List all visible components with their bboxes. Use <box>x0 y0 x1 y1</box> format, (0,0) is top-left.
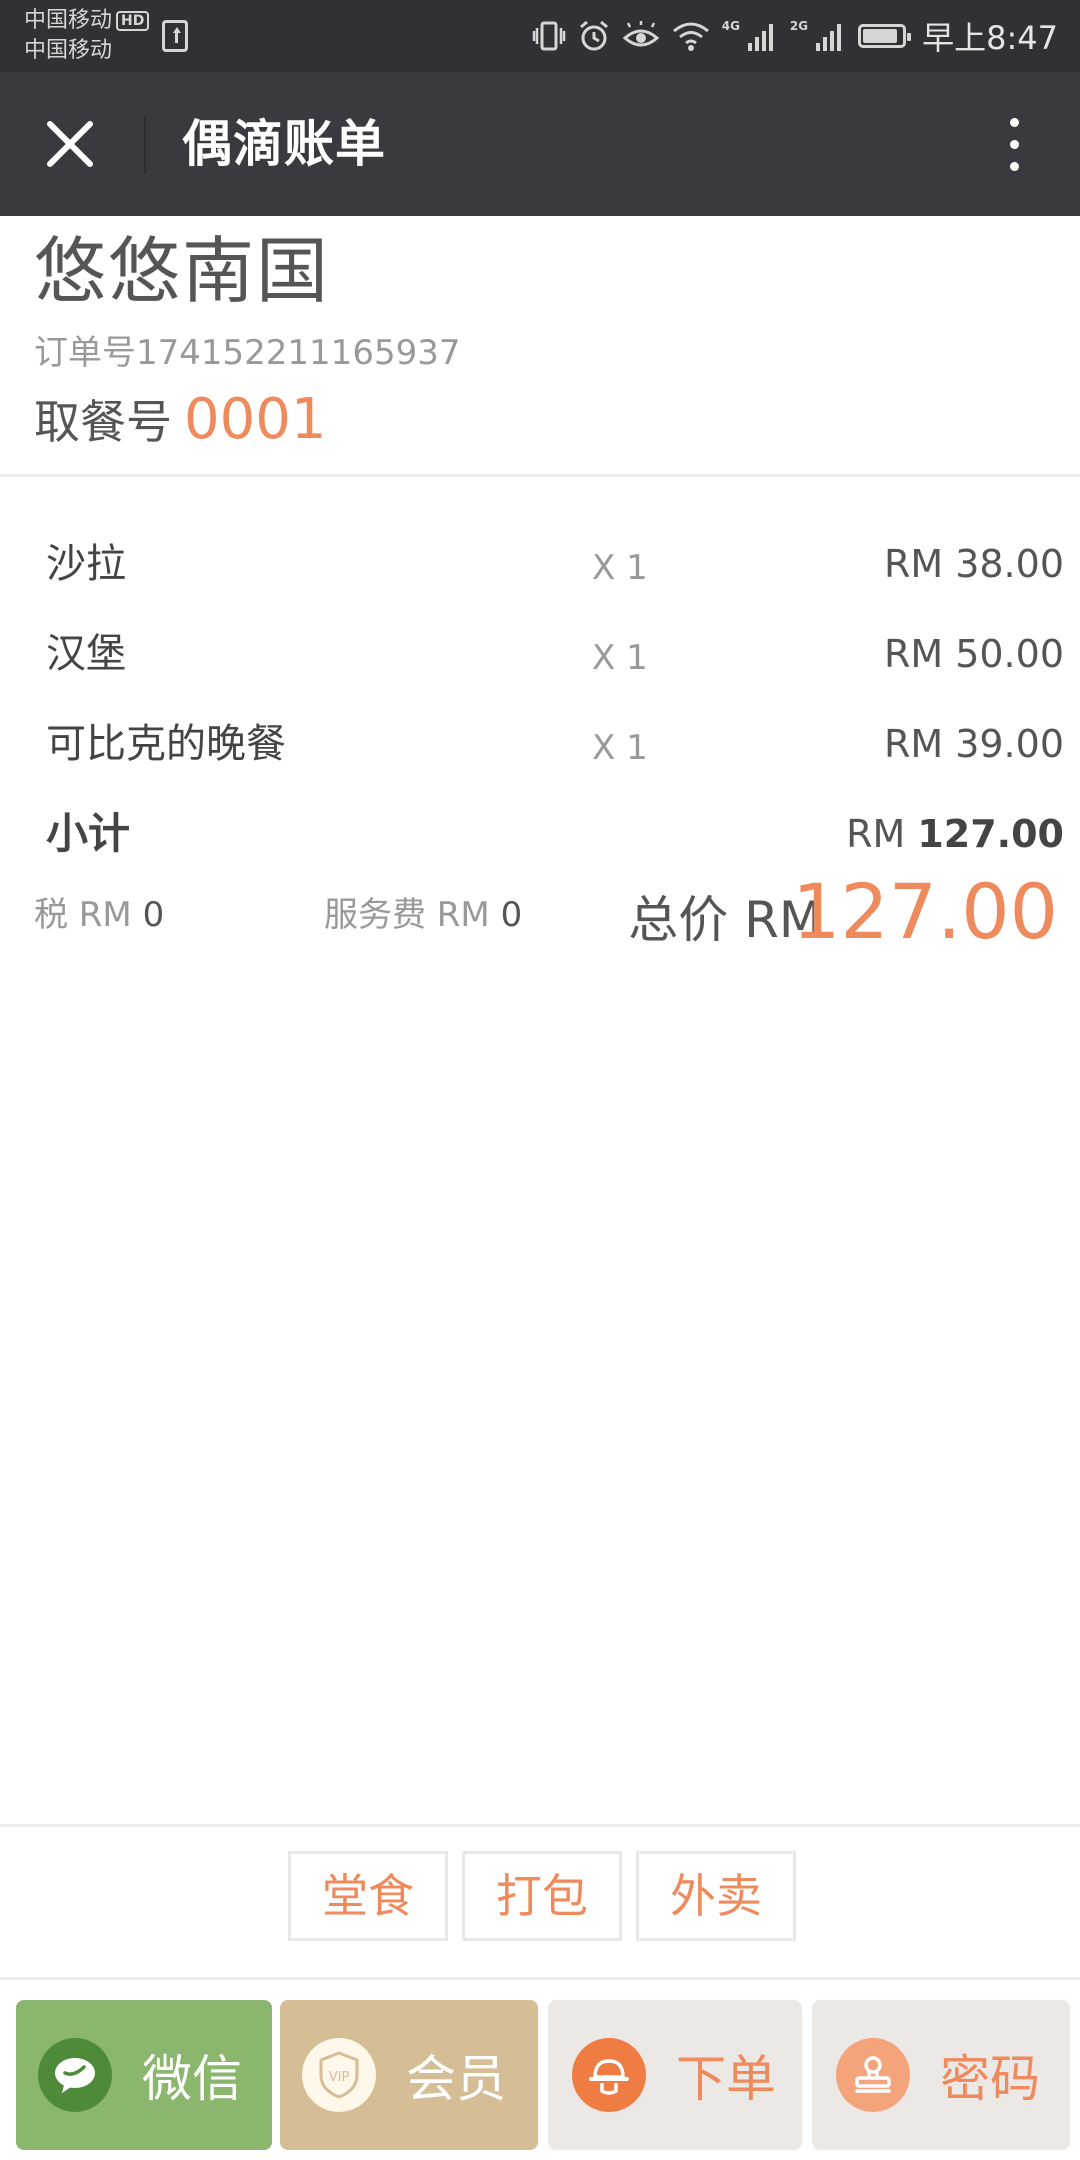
place-order-label: 下单 <box>676 2050 776 2108</box>
vibrate-icon <box>532 21 565 51</box>
password-label: 密码 <box>940 2050 1040 2108</box>
pickup-number-row: 取餐号 0001 <box>34 384 327 458</box>
delivery-button[interactable]: 外卖 <box>636 1851 796 1941</box>
title-bar: 偶滴账单 <box>0 72 1080 216</box>
status-time: 早上8:47 <box>922 19 1058 57</box>
network-2g-label: 2G <box>789 19 809 33</box>
header-divider <box>0 474 1080 477</box>
list-item: 汉堡 X 1 RM 50.00 <box>0 610 1080 700</box>
more-vertical-icon <box>1009 117 1019 127</box>
tax-value: 0 <box>142 895 165 935</box>
status-bar: 中国移动 HD 中国移动 4G 2G 早上8:47 <box>0 0 1080 72</box>
bill-page: 中国移动 HD 中国移动 4G 2G 早上8:47 偶滴账单 悠悠南国 订单号1… <box>0 0 1080 2160</box>
upload-icon <box>162 20 188 52</box>
eye-comfort-icon <box>622 21 659 47</box>
list-item: 沙拉 X 1 RM 38.00 <box>0 520 1080 610</box>
vip-shield-icon: VIP <box>302 2038 376 2112</box>
page-title: 偶滴账单 <box>182 115 386 173</box>
order-number: 订单号174152211165937 <box>34 333 461 373</box>
service-fee-value: 0 <box>500 895 523 935</box>
shop-name: 悠悠南国 <box>34 229 331 313</box>
member-button[interactable]: VIP 会员 <box>280 2000 538 2150</box>
item-name: 沙拉 <box>46 541 126 587</box>
carrier-2-name: 中国移动 <box>24 38 113 63</box>
item-name: 可比克的晚餐 <box>46 721 286 767</box>
title-divider <box>144 116 146 174</box>
carrier-1-name: 中国移动 <box>24 8 113 33</box>
password-button[interactable]: 密码 <box>812 2000 1070 2150</box>
item-price: RM 38.00 <box>883 542 1064 586</box>
member-label: 会员 <box>406 2050 506 2108</box>
more-options-button[interactable] <box>978 106 1050 182</box>
hd-badge: HD <box>116 11 150 31</box>
chef-hat-icon <box>572 2038 646 2112</box>
order-items: 沙拉 X 1 RM 38.00 汉堡 X 1 RM 50.00 可比克的晚餐 X… <box>0 520 1080 880</box>
item-quantity: X 1 <box>592 728 648 768</box>
signal-icon-2 <box>816 24 842 51</box>
place-order-button[interactable]: 下单 <box>548 2000 802 2150</box>
wechat-pay-button[interactable]: 微信 <box>16 2000 272 2150</box>
total-value: 127.00 <box>792 867 1058 956</box>
subtotal-amount: 127.00 <box>917 812 1064 856</box>
more-vertical-icon-dot <box>1009 139 1019 149</box>
signal-icon-1 <box>747 24 773 51</box>
item-name: 汉堡 <box>46 631 126 677</box>
more-vertical-icon-dot <box>1009 161 1019 171</box>
pickup-label: 取餐号 <box>34 395 172 449</box>
status-icons: 4G 2G 早上8:47 <box>532 0 1058 72</box>
dine-in-button[interactable]: 堂食 <box>288 1851 448 1941</box>
close-icon <box>47 121 93 167</box>
item-price: RM 50.00 <box>883 632 1064 676</box>
tax-info: 税 RM 0 <box>34 890 164 940</box>
subtotal-value: RM 127.00 <box>846 804 1064 864</box>
wifi-icon <box>672 22 709 51</box>
alarm-icon <box>579 20 608 51</box>
vip-badge-text: VIP <box>329 2070 350 2085</box>
subtotal-label: 小计 <box>46 809 131 858</box>
wechat-icon <box>38 2038 112 2112</box>
list-item: 可比克的晚餐 X 1 RM 39.00 <box>0 700 1080 790</box>
network-4g-label: 4G <box>721 19 740 33</box>
service-fee-info: 服务费 RM 0 <box>324 890 522 940</box>
item-price: RM 39.00 <box>883 722 1064 766</box>
summary-row: 税 RM 0 服务费 RM 0 总价 RM 127.00 <box>0 860 1080 960</box>
pickup-number: 0001 <box>184 387 327 452</box>
service-fee-label: 服务费 RM <box>324 895 490 935</box>
dining-options: 堂食 打包 外卖 <box>0 1824 1080 1980</box>
item-quantity: X 1 <box>592 638 648 678</box>
takeaway-button[interactable]: 打包 <box>462 1851 622 1941</box>
close-button[interactable] <box>28 102 112 186</box>
wechat-label: 微信 <box>142 2050 242 2108</box>
tax-label: 税 RM <box>34 895 132 935</box>
item-quantity: X 1 <box>592 548 648 588</box>
carrier-info: 中国移动 HD 中国移动 <box>24 6 150 66</box>
battery-icon <box>858 24 912 48</box>
stamp-icon <box>836 2038 910 2112</box>
battery-level <box>863 29 898 43</box>
subtotal-currency: RM <box>846 812 906 856</box>
